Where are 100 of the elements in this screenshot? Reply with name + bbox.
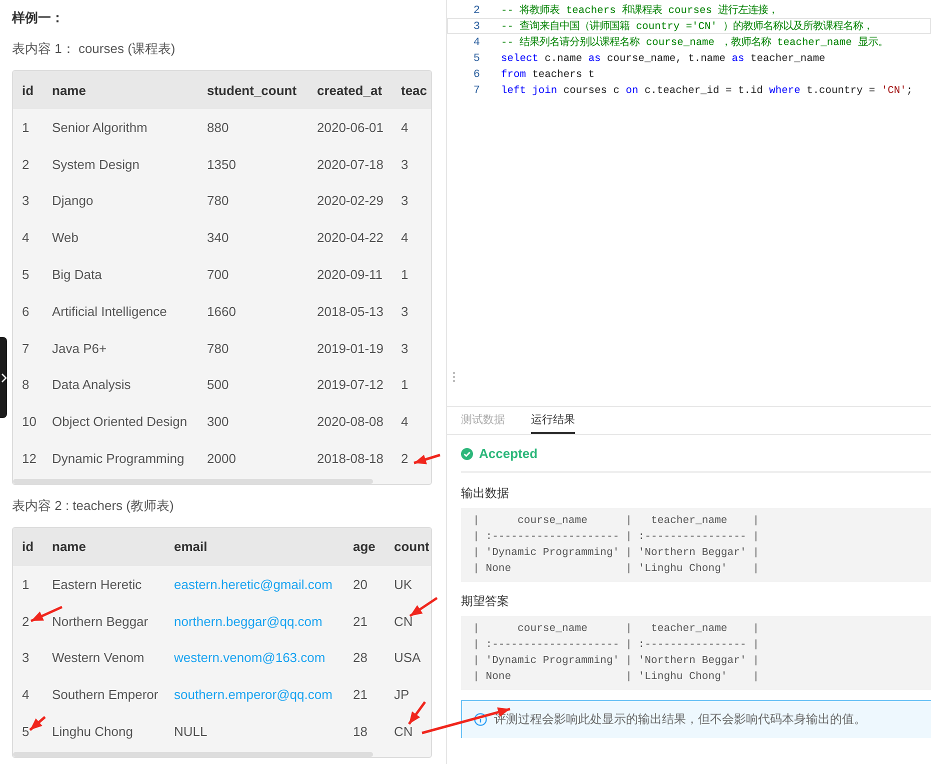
result-tab[interactable]: 测试数据 [461, 407, 505, 434]
output-line: | None | 'Linghu Chong' | [473, 562, 760, 576]
chevron-right-icon [1, 372, 7, 382]
line-number: 6 [472, 68, 480, 81]
check-circle-icon [461, 448, 473, 460]
email-link[interactable]: eastern.heretic@gmail.com [174, 576, 353, 592]
table-cell: 1 [401, 267, 408, 282]
table-cell-text: Linghu Chong [52, 724, 134, 740]
table-caption: 表内容 2 : teachers (教师表) [12, 496, 175, 515]
table-cell-text: 2020-07-18 [317, 156, 384, 172]
table-cell-text: Web [52, 230, 80, 246]
table-cell-text: 1 [22, 120, 30, 135]
column-header: count [394, 539, 430, 554]
table-cell-text: Artificial Intelligence [52, 304, 168, 319]
scrollbar[interactable] [13, 752, 373, 757]
column-header: name [52, 539, 87, 554]
table-cell: 3 [401, 304, 408, 319]
table-cell-text: Northern Beggar [52, 614, 150, 629]
code-line: -- 查询来自中国（讲师国籍 country ='CN' ）的教师名称以及所教课程名称， [501, 19, 874, 33]
table-cell: 3 [401, 340, 408, 356]
table-cell-text: 6 [22, 304, 30, 319]
table-cell-text: 2020-04-22 [317, 230, 384, 246]
column-header: name [52, 82, 87, 98]
annotation-arrow [29, 716, 46, 731]
table-cell-text: 2000 [207, 451, 237, 466]
table-cell-text: 5 [22, 724, 30, 740]
email-link[interactable]: western.venom@163.com [174, 650, 353, 666]
column-header: created_at [317, 82, 384, 98]
table-cell-text: 880 [207, 120, 230, 135]
table-cell-text: Big Data [52, 267, 103, 282]
table-cell: CN [394, 724, 413, 740]
table-cell-text: 8 [22, 377, 30, 392]
column-header: id [22, 539, 35, 554]
table-cell-text: 2019-07-12 [317, 377, 384, 392]
table-cell-text: 2019-01-19 [317, 340, 384, 356]
table-cell-text: 500 [207, 377, 230, 392]
table-cell-text: 10 [22, 414, 38, 430]
table-cell: 4 [401, 414, 408, 430]
output-line: | 'Dynamic Programming' | 'Northern Beggar' | [473, 546, 760, 560]
table-cell-text: 2 [22, 614, 30, 629]
table-cell-text: 4 [22, 230, 30, 246]
table-cell-text: 4 [22, 687, 30, 702]
table-cell: CN [394, 614, 413, 629]
table-cell-text: 2020-06-01 [317, 120, 384, 135]
email-link[interactable]: northern.beggar@qq.com [174, 614, 353, 629]
code-line: -- 将教师表 teachers 和课程表 courses 进行左连接， [501, 3, 778, 17]
table-cell-text: System Design [52, 156, 140, 172]
column-header: student_count [207, 82, 298, 98]
code-line: select c.name as course_name, t.name as teacher_name [501, 52, 826, 65]
table-cell: JP [394, 687, 410, 702]
table-cell: 1 [401, 377, 408, 392]
table-cell-text: 2018-05-13 [317, 304, 384, 319]
output-line: | :-------------------- | :---------------- | [473, 638, 760, 652]
table-cell-text: 28 [353, 650, 368, 666]
table-cell-text: Dynamic Programming [52, 451, 186, 466]
column-header: email [174, 539, 208, 554]
table-cell-text: Object Oriented Design [52, 414, 188, 430]
output-line: | course_name | teacher_name | [473, 622, 760, 636]
code-line: from teachers t [501, 68, 595, 81]
table-cell-text: 2020-09-11 [317, 267, 384, 282]
table-cell-text: 12 [22, 451, 38, 466]
table-cell-text: NULL [174, 724, 208, 740]
line-number: 4 [472, 36, 480, 49]
section-label: 输出数据 [461, 485, 510, 502]
table-cell: USA [394, 650, 421, 666]
table-cell-text: 1660 [207, 304, 237, 319]
table-cell-text: 780 [207, 193, 230, 208]
status-text: Accepted [479, 446, 538, 461]
annotation-arrow [414, 454, 440, 464]
line-number: 2 [472, 4, 480, 17]
table-cell-text: 340 [207, 230, 230, 246]
table-cell-text: 3 [22, 193, 30, 208]
table-cell-text: 5 [22, 267, 30, 282]
side-tab[interactable] [0, 337, 7, 418]
line-number: 7 [472, 84, 480, 97]
table-caption: 表内容 1： courses (课程表) [12, 40, 176, 58]
scrollbar[interactable] [13, 478, 373, 484]
table-cell-text: Southern Emperor [52, 687, 160, 702]
table-cell-text: 300 [207, 414, 230, 430]
table-cell-text: 20 [353, 576, 368, 592]
table-cell-text: 780 [207, 340, 230, 356]
table-cell: 4 [401, 230, 408, 246]
drag-handle-icon[interactable] [452, 371, 456, 383]
output-line: | 'Dynamic Programming' | 'Northern Beggar' | [473, 654, 760, 668]
table-cell-text: 18 [353, 724, 368, 740]
table-cell: 4 [401, 120, 408, 135]
table-cell-text: 3 [22, 650, 30, 666]
table-cell-text: 21 [353, 614, 368, 629]
line-number: 5 [472, 52, 480, 65]
email-link[interactable]: southern.emperor@qq.com [174, 687, 353, 702]
result-tab[interactable]: 运行结果 [531, 407, 575, 434]
table-cell-text: Senior Algorithm [52, 120, 148, 135]
table-cell: 2 [401, 451, 408, 466]
column-header: teac [401, 82, 428, 98]
example-title: 样例一： [12, 9, 65, 27]
annotation-arrow [409, 596, 438, 618]
table-cell-text: Eastern Heretic [52, 576, 143, 592]
table-cell-text: 1 [22, 576, 30, 592]
table-cell-text: 700 [207, 267, 230, 282]
table-cell-text: 2018-08-18 [317, 451, 384, 466]
